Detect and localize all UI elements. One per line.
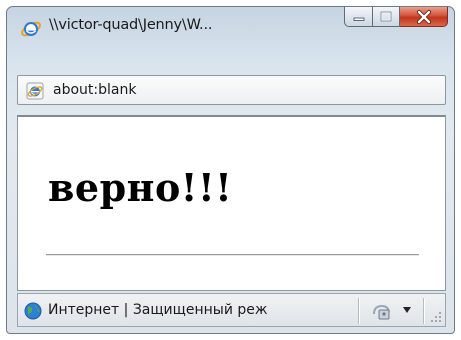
resize-grip-icon[interactable] — [430, 311, 442, 323]
status-zone-text: Интернет | Защищенный реж — [48, 302, 268, 318]
minimize-icon — [353, 17, 364, 21]
address-bar[interactable]: about:blank — [17, 75, 446, 105]
window-title: \\victor-quad\Jenny\W... — [49, 17, 213, 33]
maximize-icon — [380, 11, 392, 21]
status-bar: Интернет | Защищенный реж — [17, 293, 446, 327]
chevron-down-icon[interactable] — [402, 306, 412, 314]
status-divider — [358, 298, 359, 324]
close-button[interactable] — [400, 7, 448, 27]
maximize-button[interactable] — [373, 7, 400, 27]
minimize-button[interactable] — [344, 7, 373, 27]
title-bar[interactable]: \\victor-quad\Jenny\W... — [7, 7, 454, 47]
page-content: верно!!! — [17, 115, 446, 291]
page-heading: верно!!! — [48, 165, 233, 210]
ie-icon — [21, 21, 41, 37]
close-icon — [416, 9, 431, 24]
address-url: about:blank — [53, 82, 137, 98]
status-divider — [423, 298, 424, 324]
horizontal-rule — [46, 254, 419, 256]
security-zone-icon[interactable] — [371, 301, 393, 321]
globe-icon — [24, 302, 42, 320]
ie-page-icon — [26, 82, 44, 100]
browser-window: \\victor-quad\Jenny\W... about:blank вер… — [6, 6, 455, 334]
caption-buttons — [344, 7, 448, 29]
